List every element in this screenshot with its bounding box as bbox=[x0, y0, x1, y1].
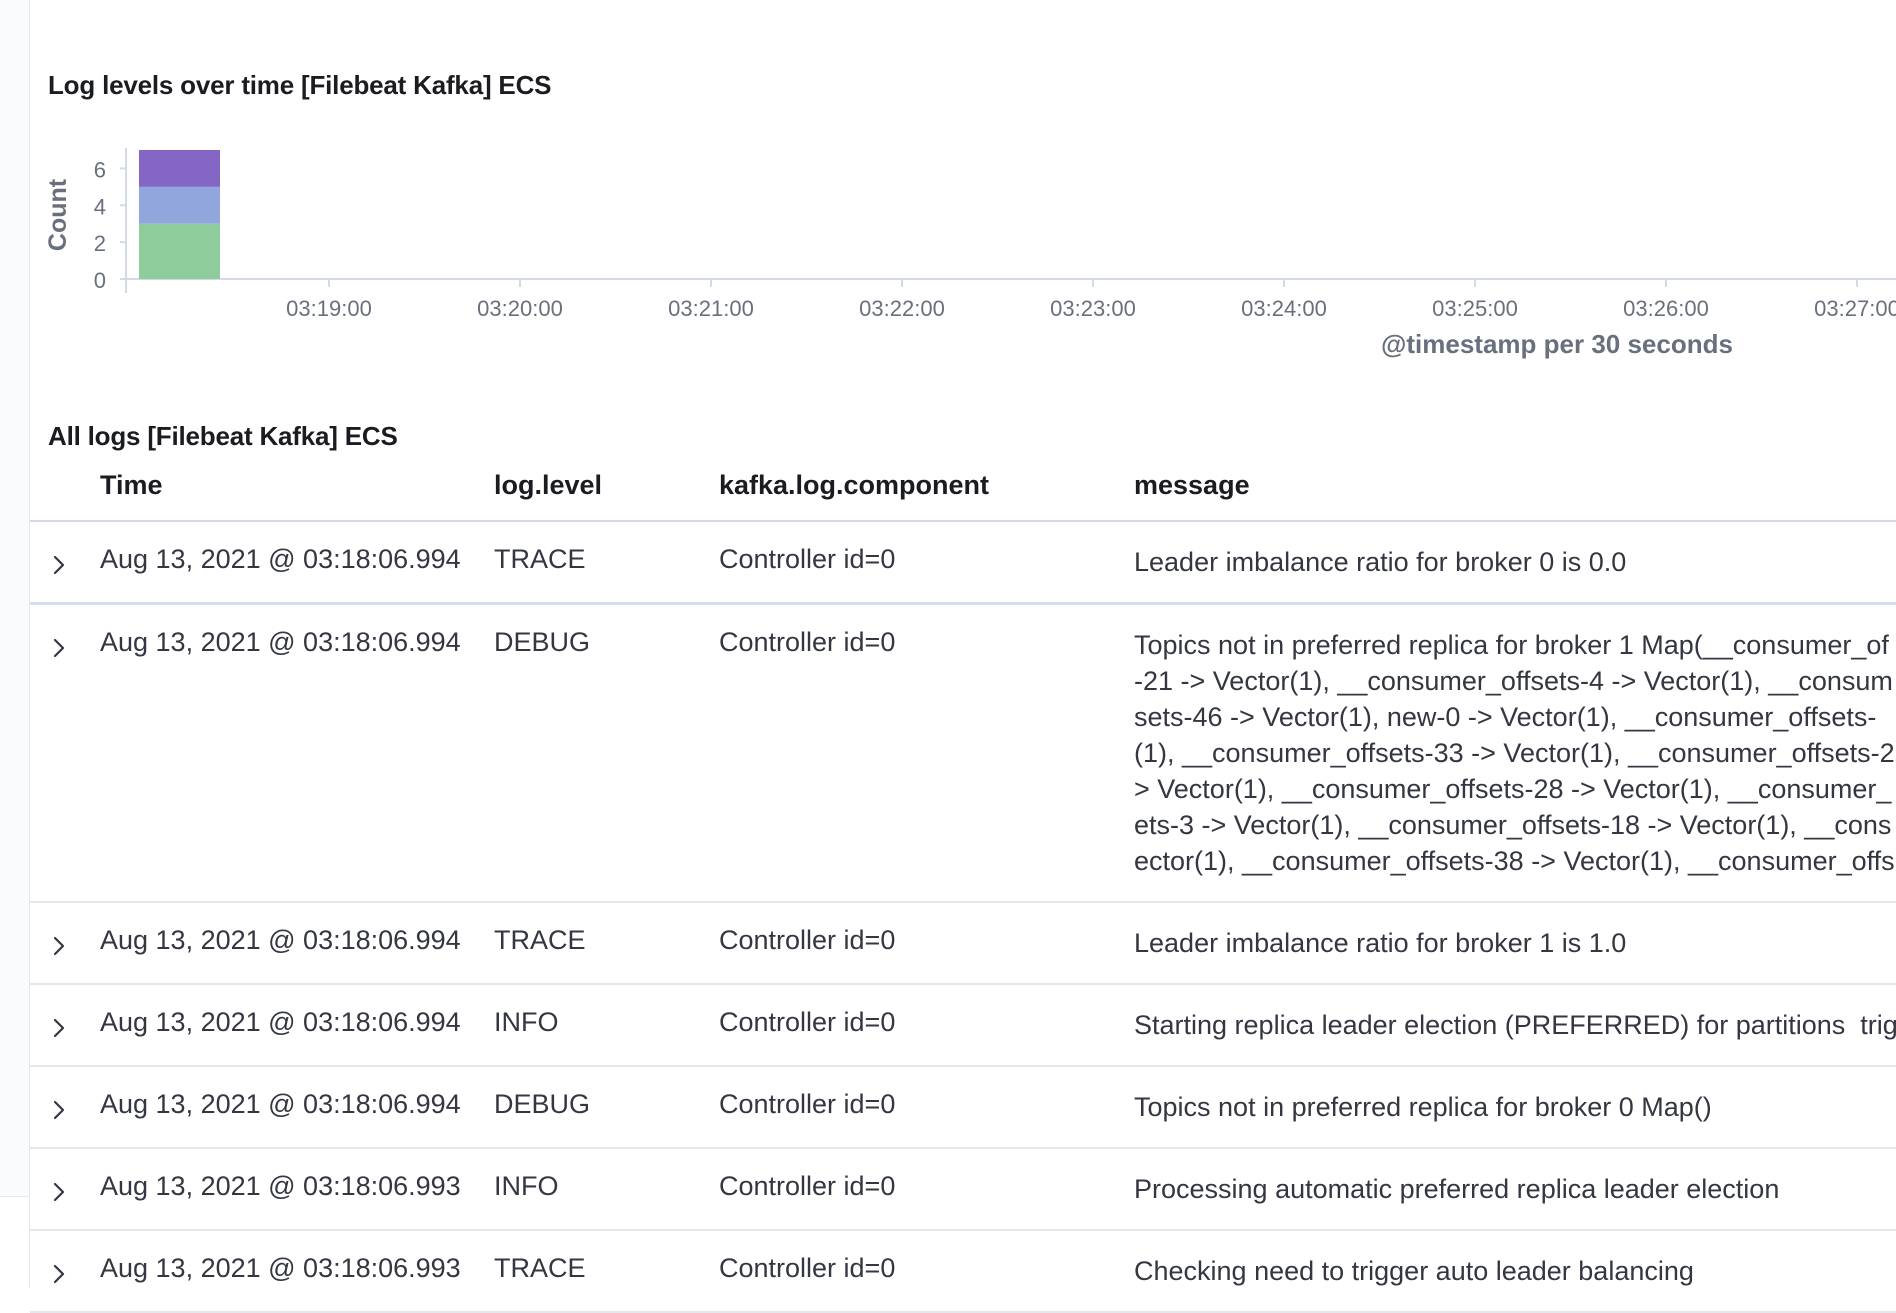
column-header-log-level[interactable]: log.level bbox=[494, 470, 602, 501]
expand-row-chevron-icon[interactable] bbox=[46, 552, 72, 578]
column-header-message[interactable]: message bbox=[1134, 470, 1250, 501]
y-axis-label: Count bbox=[44, 178, 72, 251]
x-tick-label: 03:22:00 bbox=[859, 296, 945, 321]
log-level-cell: DEBUG bbox=[494, 627, 591, 657]
expand-row-chevron-icon[interactable] bbox=[46, 1015, 72, 1041]
table-row: Aug 13, 2021 @ 03:18:06.994 TRACE Controll… bbox=[30, 522, 1896, 605]
expand-row-chevron-icon[interactable] bbox=[46, 1261, 72, 1287]
component-cell: Controller id=0 bbox=[719, 1089, 896, 1119]
x-tick-label: 03:27:00 bbox=[1814, 296, 1896, 321]
table-row: Aug 13, 2021 @ 03:18:06.994 TRACE Controll… bbox=[30, 903, 1896, 985]
expand-row-chevron-icon[interactable] bbox=[46, 635, 72, 661]
log-level-cell: TRACE bbox=[494, 925, 586, 955]
message-cell: Processing automatic preferred replica l… bbox=[1134, 1174, 1780, 1204]
log-levels-chart: Count 0 2 4 6 03:19:00 03:20:00 03:21:00 03:22:0… bbox=[44, 148, 1896, 359]
message-cell: Checking need to trigger auto leader bal… bbox=[1134, 1256, 1694, 1286]
message-cell: Leader imbalance ratio for broker 0 is 0… bbox=[1134, 547, 1627, 577]
component-cell: Controller id=0 bbox=[719, 544, 896, 574]
x-tick-label: 03:21:00 bbox=[668, 296, 754, 321]
time-cell: Aug 13, 2021 @ 03:18:06.994 bbox=[100, 544, 461, 574]
table-row: Aug 13, 2021 @ 03:18:06.993 TRACE Controll… bbox=[30, 1231, 1896, 1313]
bar-segment bbox=[139, 223, 220, 279]
bar-segment bbox=[139, 186, 220, 224]
sidebar-bottom-notch bbox=[0, 1196, 29, 1289]
expand-row-chevron-icon[interactable] bbox=[46, 933, 72, 959]
table-row: Aug 13, 2021 @ 03:18:06.994 DEBUG Controll… bbox=[30, 1067, 1896, 1149]
x-tick-label: 03:25:00 bbox=[1432, 296, 1518, 321]
message-cell: Leader imbalance ratio for broker 1 is 1… bbox=[1134, 928, 1627, 958]
message-cell: Topics not in preferred replica for brok… bbox=[1134, 1092, 1712, 1122]
component-cell: Controller id=0 bbox=[719, 1253, 896, 1283]
log-level-cell: TRACE bbox=[494, 1253, 586, 1283]
x-tick-label: 03:23:00 bbox=[1050, 296, 1136, 321]
time-cell: Aug 13, 2021 @ 03:18:06.994 bbox=[100, 1089, 461, 1119]
x-tick-label: 03:20:00 bbox=[477, 296, 563, 321]
message-cell: Topics not in preferred replica for brok… bbox=[1134, 630, 1895, 876]
y-tick-label: 2 bbox=[94, 231, 106, 256]
table-header: Time log.level kafka.log.component messa… bbox=[30, 450, 1896, 522]
bar-segment bbox=[139, 150, 220, 187]
component-cell: Controller id=0 bbox=[719, 1007, 896, 1037]
y-tick-label: 6 bbox=[94, 157, 106, 182]
table-row: Aug 13, 2021 @ 03:18:06.993 INFO Controlle… bbox=[30, 1149, 1896, 1231]
component-cell: Controller id=0 bbox=[719, 925, 896, 955]
logs-table: Time log.level kafka.log.component messa… bbox=[30, 450, 1896, 1313]
y-tick-label: 4 bbox=[94, 194, 106, 219]
message-cell: Starting replica leader election (PREFER… bbox=[1134, 1010, 1896, 1040]
column-header-time[interactable]: Time bbox=[100, 470, 163, 501]
log-level-cell: DEBUG bbox=[494, 1089, 591, 1119]
x-axis-label: @timestamp per 30 seconds bbox=[1381, 329, 1733, 359]
log-level-cell: INFO bbox=[494, 1171, 559, 1201]
y-tick-label: 0 bbox=[94, 268, 106, 293]
table-row: Aug 13, 2021 @ 03:18:06.994 DEBUG Controll… bbox=[30, 605, 1896, 903]
time-cell: Aug 13, 2021 @ 03:18:06.994 bbox=[100, 627, 461, 657]
table-body: Aug 13, 2021 @ 03:18:06.994 TRACE Controll… bbox=[30, 522, 1896, 1313]
column-header-kafka-log-component[interactable]: kafka.log.component bbox=[719, 470, 989, 501]
log-level-cell: TRACE bbox=[494, 544, 586, 574]
log-level-cell: INFO bbox=[494, 1007, 559, 1037]
expand-row-chevron-icon[interactable] bbox=[46, 1179, 72, 1205]
x-tick-label: 03:24:00 bbox=[1241, 296, 1327, 321]
time-cell: Aug 13, 2021 @ 03:18:06.993 bbox=[100, 1171, 461, 1201]
component-cell: Controller id=0 bbox=[719, 1171, 896, 1201]
table-row: Aug 13, 2021 @ 03:18:06.994 INFO Controlle… bbox=[30, 985, 1896, 1067]
time-cell: Aug 13, 2021 @ 03:18:06.994 bbox=[100, 1007, 461, 1037]
time-cell: Aug 13, 2021 @ 03:18:06.993 bbox=[100, 1253, 461, 1283]
logs-panel-title: All logs [Filebeat Kafka] ECS bbox=[48, 421, 398, 451]
time-cell: Aug 13, 2021 @ 03:18:06.994 bbox=[100, 925, 461, 955]
component-cell: Controller id=0 bbox=[719, 627, 896, 657]
x-tick-label: 03:26:00 bbox=[1623, 296, 1709, 321]
x-tick-label: 03:19:00 bbox=[286, 296, 372, 321]
expand-row-chevron-icon[interactable] bbox=[46, 1097, 72, 1123]
